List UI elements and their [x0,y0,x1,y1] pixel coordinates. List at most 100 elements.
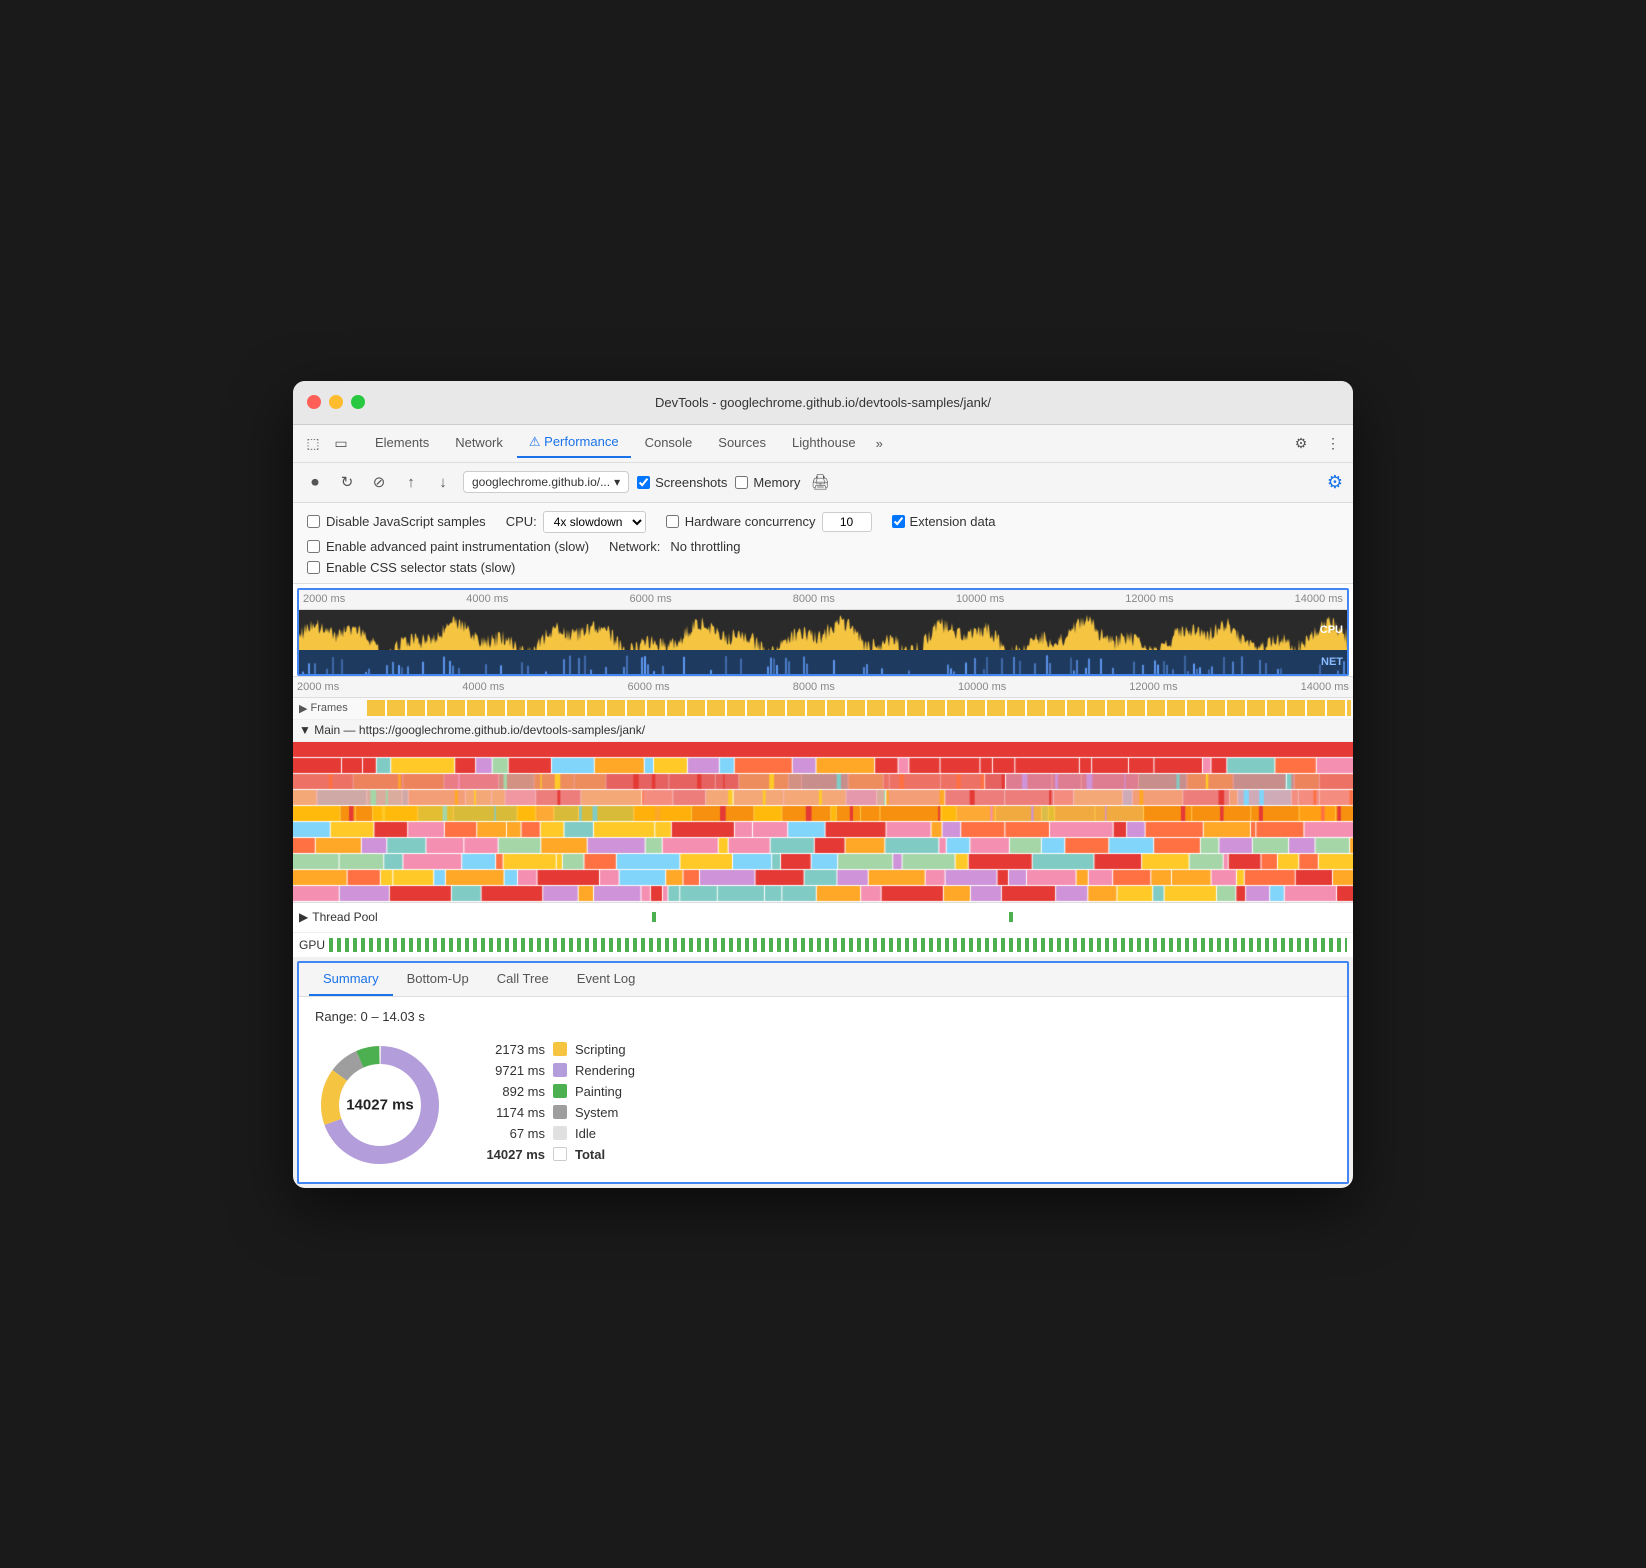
legend-row-2: 892 ms Painting [475,1084,1331,1099]
flame-area[interactable] [293,742,1353,902]
donut-chart: 14027 ms [315,1040,445,1170]
cpu-select[interactable]: 4x slowdown No throttling 2x slowdown [543,511,646,533]
tab-performance[interactable]: ⚠ Performance [517,428,631,458]
main-label: ▼ Main — https://googlechrome.github.io/… [299,723,645,737]
legend-name-0: Scripting [575,1042,626,1057]
legend-ms-1: 9721 ms [475,1063,545,1078]
hw-concurrency-label: Hardware concurrency [685,514,816,529]
thread-pool-label: ▶ Thread Pool [299,910,378,924]
flame-ruler: 2000 ms 4000 ms 6000 ms 8000 ms 10000 ms… [293,676,1353,698]
memory-label: Memory [753,475,800,490]
cursor-icon[interactable]: ⬚ [301,431,325,455]
memory-checkbox[interactable] [735,476,748,489]
legend-ms-2: 892 ms [475,1084,545,1099]
tab-call-tree[interactable]: Call Tree [483,963,563,996]
legend-ms-5: 14027 ms [475,1147,545,1162]
tab-event-log[interactable]: Event Log [563,963,650,996]
flame-ruler-mark-1: 2000 ms [297,681,339,693]
thread-pool-dots [382,912,1347,922]
url-dropdown-icon[interactable]: ▾ [614,475,620,489]
tab-bottom-up[interactable]: Bottom-Up [393,963,483,996]
close-button[interactable] [307,395,321,409]
flame-ruler-mark-5: 10000 ms [958,681,1006,693]
flame-ruler-marks: 2000 ms 4000 ms 6000 ms 8000 ms 10000 ms… [297,681,1349,693]
window-title: DevTools - googlechrome.github.io/devtoo… [655,395,991,410]
frames-row: ▶ Frames [293,698,1353,720]
cpu-chart[interactable]: CPU [299,610,1347,650]
legend-swatch-1 [553,1063,567,1077]
network-option: No throttling [670,539,740,554]
ext-data-checkbox[interactable] [892,515,905,528]
legend-swatch-4 [553,1126,567,1140]
url-bar[interactable]: googlechrome.github.io/... ▾ [463,471,629,493]
summary-body: 14027 ms 2173 msScripting9721 msRenderin… [315,1040,1331,1170]
settings-icon[interactable]: ⚙ [1289,431,1313,455]
flame-canvas [293,742,1353,902]
legend-name-2: Painting [575,1084,622,1099]
toolbar: ⏺ ↻ ⊘ ↑ ↓ googlechrome.github.io/... ▾ S… [293,463,1353,503]
frames-label: ▶ Frames [295,702,365,715]
hw-concurrency-setting: Hardware concurrency 10 [666,512,872,532]
more-icon[interactable]: ⋮ [1321,431,1345,455]
ruler-mark-2: 4000 ms [466,593,508,605]
cpu-label: CPU [1320,624,1343,636]
legend-swatch-2 [553,1084,567,1098]
bottom-content: Range: 0 – 14.03 s [299,997,1347,1182]
screenshots-toggle: Screenshots [637,475,727,490]
advanced-paint-label: Enable advanced paint instrumentation (s… [326,539,589,554]
legend-row-5: 14027 msTotal [475,1147,1331,1162]
net-canvas [299,650,1347,674]
legend-swatch-0 [553,1042,567,1056]
ruler-mark-1: 2000 ms [303,593,345,605]
cpu-canvas [299,610,1347,650]
advanced-paint-checkbox[interactable] [307,540,320,553]
disable-js-label: Disable JavaScript samples [326,514,486,529]
tab-summary[interactable]: Summary [309,963,393,996]
minimize-button[interactable] [329,395,343,409]
flame-ruler-mark-7: 14000 ms [1301,681,1349,693]
legend-row-3: 1174 msSystem [475,1105,1331,1120]
device-icon[interactable]: ▭ [329,431,353,455]
hw-concurrency-input[interactable]: 10 [822,512,872,532]
download-button[interactable]: ↓ [431,470,455,494]
maximize-button[interactable] [351,395,365,409]
devtools-window: DevTools - googlechrome.github.io/devtoo… [293,381,1353,1188]
record-button[interactable]: ⏺ [303,470,327,494]
frames-text: Frames [310,702,347,714]
legend-row-0: 2173 msScripting [475,1042,1331,1057]
tab-network[interactable]: Network [443,429,515,458]
clear-button[interactable]: ⊘ [367,470,391,494]
gpu-label: GPU [299,938,325,952]
overview-ruler: 2000 ms 4000 ms 6000 ms 8000 ms 10000 ms… [299,590,1347,610]
ruler-mark-4: 8000 ms [793,593,835,605]
hw-concurrency-checkbox[interactable] [666,515,679,528]
tabbar-right: ⚙ ⋮ [1289,431,1345,455]
thread-pool-text: Thread Pool [312,910,377,924]
net-chart[interactable]: NET [299,650,1347,674]
thread-pool-dot [1009,912,1013,922]
window-controls [307,395,365,409]
screenshots-checkbox[interactable] [637,476,650,489]
reload-record-button[interactable]: ↻ [335,470,359,494]
donut-center-label: 14027 ms [346,1096,414,1113]
tab-sources[interactable]: Sources [706,429,778,458]
legend-swatch-5 [553,1147,567,1161]
tab-elements[interactable]: Elements [363,429,441,458]
timeline-container: 2000 ms 4000 ms 6000 ms 8000 ms 10000 ms… [293,584,1353,957]
css-selector-label: Enable CSS selector stats (slow) [326,560,515,575]
gear-icon[interactable]: ⚙ [1327,472,1343,493]
net-label: NET [1321,656,1343,668]
network-label: Network: [609,539,660,554]
upload-button[interactable]: ↑ [399,470,423,494]
tab-console[interactable]: Console [633,429,705,458]
css-selector-checkbox[interactable] [307,561,320,574]
tab-more[interactable]: » [870,432,889,455]
disable-js-checkbox[interactable] [307,515,320,528]
frame-strip [367,700,1351,716]
advanced-paint-setting: Enable advanced paint instrumentation (s… [307,539,589,554]
tab-lighthouse[interactable]: Lighthouse [780,429,868,458]
memory-icon-btn[interactable]: 🖨 [808,470,832,494]
flame-ruler-mark-3: 6000 ms [627,681,669,693]
flame-ruler-mark-2: 4000 ms [462,681,504,693]
settings-row-3: Enable CSS selector stats (slow) [307,560,1339,575]
